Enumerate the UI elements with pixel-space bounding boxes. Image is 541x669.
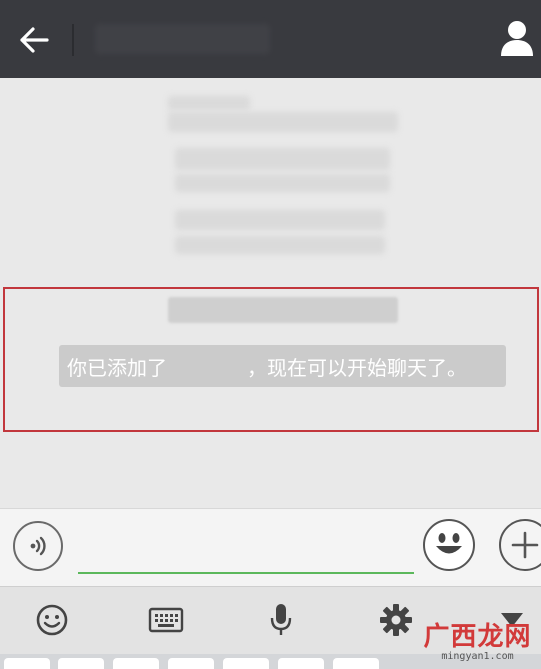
keyboard-key[interactable] [223,658,269,669]
person-icon [501,21,533,56]
contact-name-redacted [167,353,247,379]
microphone-icon [270,604,292,635]
keyboard-key[interactable] [113,658,159,669]
gear-icon [380,604,412,636]
emoji-icon [36,604,68,636]
keyboard-key[interactable] [168,658,214,669]
watermark-logo: 广西龙网 [423,622,532,652]
plus-icon [511,531,539,559]
watermark: 广西龙网 mingyan1.com [414,616,541,669]
keyboard-key[interactable] [278,658,324,669]
profile-button[interactable] [499,16,535,60]
keyboard-key[interactable] [333,658,379,669]
blurred-history [175,148,390,170]
keyboard-icon [148,607,184,633]
top-bar [0,0,541,78]
system-message: 你已添加了 ，现在可以开始聊天了。 [59,345,506,387]
message-input[interactable] [78,530,414,574]
emoji-icon [436,533,462,554]
blurred-history [175,210,385,230]
system-message-suffix: ，现在可以开始聊天了。 [247,355,467,380]
kb-voice-button[interactable] [259,598,303,642]
kb-emoji-button[interactable] [30,598,74,642]
keyboard-key[interactable] [58,658,104,669]
kb-keyboard-button[interactable] [144,598,188,642]
blurred-history [168,112,398,132]
voice-button[interactable] [13,521,63,571]
header-divider [72,24,74,56]
voice-icon [30,536,46,556]
timestamp-redacted [168,297,398,323]
emoji-button[interactable] [423,519,475,571]
blurred-history [175,236,385,254]
back-button[interactable] [14,22,54,58]
arrow-left-icon [20,27,49,53]
system-message-prefix: 你已添加了 [67,355,167,380]
chat-title-redacted [95,24,270,54]
blurred-history [175,174,390,192]
blurred-history [168,96,250,110]
kb-settings-button[interactable] [374,598,418,642]
keyboard-key[interactable] [4,658,50,669]
